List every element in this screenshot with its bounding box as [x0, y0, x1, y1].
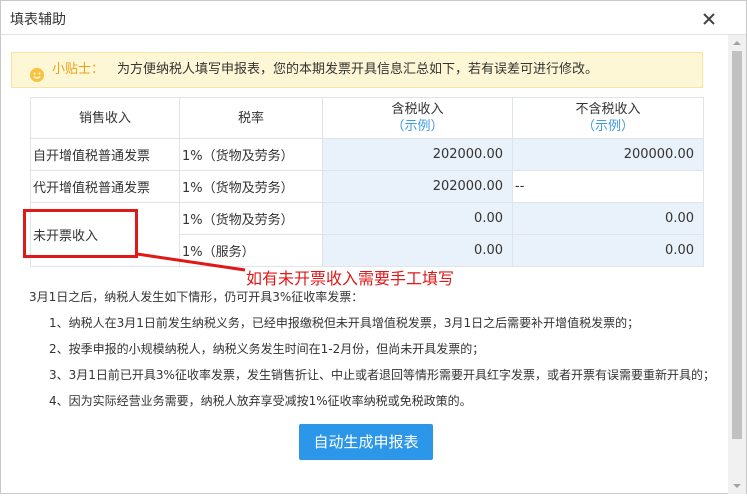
tip-banner: 小贴士： 为方便纳税人填写申报表，您的本期发票开具信息汇总如下，若有误差可进行修…: [11, 52, 703, 88]
row-rate: 1%（货物及劳务）: [179, 138, 323, 171]
smiley-icon: [29, 63, 45, 82]
incl-tax-input[interactable]: 0.00: [322, 234, 513, 267]
annotation-highlight-box: [23, 209, 138, 258]
incl-tax-input[interactable]: 0.00: [322, 202, 513, 235]
example-link[interactable]: （示例）: [513, 118, 703, 135]
row-category: 自开增值税普通发票: [30, 138, 180, 171]
note-item: 2、按季申报的小规模纳税人，纳税义务发生时间在1-2月份，但尚未开具发票的；: [49, 342, 485, 356]
header-excl-tax-label: 不含税收入: [575, 102, 641, 117]
note-item: 1、纳税人在3月1日前发生纳税义务，已经申报缴税但未开具增值税发票，3月1日之后…: [49, 316, 640, 330]
row-rate: 1%（服务）: [179, 234, 323, 267]
scroll-down-icon[interactable]: [728, 478, 746, 492]
table-row: 代开增值税普通发票 1%（货物及劳务） 202000.00 --: [30, 170, 704, 203]
annotation-text: 如有未开票收入需要手工填写: [246, 269, 455, 288]
row-rate: 1%（货物及劳务）: [179, 170, 323, 203]
fill-assist-dialog: 填表辅助 小贴士： 为方便纳税人填写申报表，您的本期发票开具信息汇总如下，若有误…: [0, 0, 747, 494]
row-rate: 1%（货物及劳务）: [179, 202, 323, 235]
tip-label: 小贴士：: [52, 62, 105, 77]
vertical-scrollbar[interactable]: [728, 35, 746, 494]
excl-tax-input[interactable]: 0.00: [512, 202, 704, 235]
header-incl-tax-label: 含税收入: [391, 102, 444, 117]
header-sales: 销售收入: [30, 97, 180, 139]
notes-intro: 3月1日之后，纳税人发生如下情形，仍可开具3%征收率发票：: [29, 290, 364, 304]
header-excl-tax: 不含税收入 （示例）: [512, 97, 704, 139]
tip-text: 为方便纳税人填写申报表，您的本期发票开具信息汇总如下，若有误差可进行修改。: [117, 62, 599, 77]
excl-tax-input[interactable]: 0.00: [512, 234, 704, 267]
header-rate: 税率: [179, 97, 323, 139]
incl-tax-input[interactable]: 202000.00: [322, 170, 513, 203]
header-incl-tax: 含税收入 （示例）: [322, 97, 513, 139]
close-icon[interactable]: [701, 11, 717, 27]
row-category: 代开增值税普通发票: [30, 170, 180, 203]
table-row: 自开增值税普通发票 1%（货物及劳务） 202000.00 200000.00: [30, 138, 704, 171]
generate-declaration-button[interactable]: 自动生成申报表: [299, 424, 433, 460]
note-item: 4、因为实际经营业务需要，纳税人放弃享受减按1%征收率纳税或免税政策的。: [49, 394, 472, 408]
incl-tax-input[interactable]: 202000.00: [322, 138, 513, 171]
scroll-up-icon[interactable]: [728, 35, 746, 49]
example-link[interactable]: （示例）: [323, 118, 512, 135]
dialog-title: 填表辅助: [10, 12, 66, 28]
excl-tax-value: --: [512, 170, 704, 203]
dialog-titlebar: 填表辅助: [1, 1, 746, 35]
excl-tax-input[interactable]: 200000.00: [512, 138, 704, 171]
note-item: 3、3月1日前已开具3%征收率发票，发生销售折让、中止或者退回等情形需要开具红字…: [49, 368, 715, 382]
scrollbar-thumb[interactable]: [732, 51, 742, 439]
dialog-body: 小贴士： 为方便纳税人填写申报表，您的本期发票开具信息汇总如下，若有误差可进行修…: [1, 36, 728, 494]
table-header-row: 销售收入 税率 含税收入 （示例） 不含税收入 （示例）: [30, 97, 704, 139]
